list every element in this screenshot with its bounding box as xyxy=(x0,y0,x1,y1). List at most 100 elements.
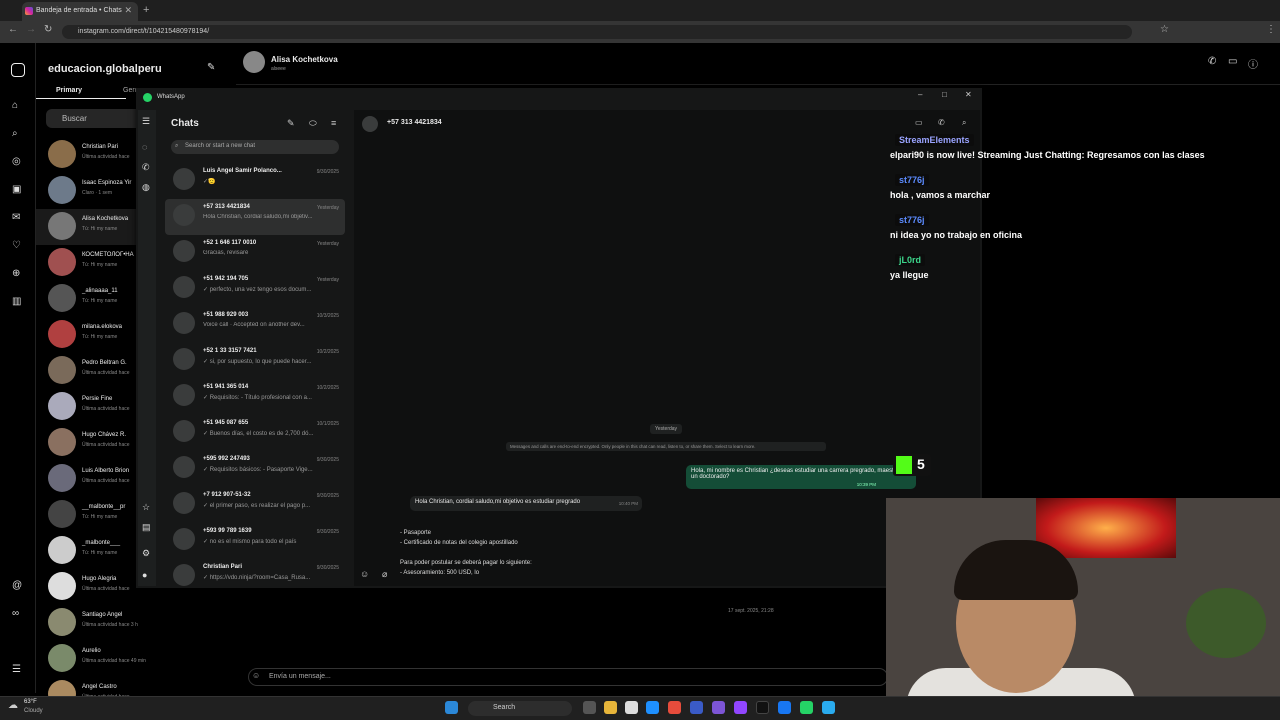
explore-icon[interactable]: ◎ xyxy=(12,156,21,167)
new-tab-button[interactable]: + xyxy=(143,4,149,16)
starred-icon[interactable]: ☆ xyxy=(142,502,150,513)
list-item[interactable]: Christian Pari 9/30/2025 ✓ https://vdo.nin… xyxy=(165,559,345,595)
start-icon[interactable] xyxy=(445,701,458,714)
app-l-icon[interactable] xyxy=(690,701,703,714)
new-chat-icon[interactable]: ✎ xyxy=(287,118,295,129)
reels-icon[interactable]: ▣ xyxy=(12,184,21,195)
avatar xyxy=(173,348,195,370)
home-icon[interactable]: ⌂ xyxy=(12,100,18,111)
status-icon[interactable]: ◍ xyxy=(142,182,150,193)
label-icon[interactable]: ⬭ xyxy=(309,118,317,129)
taskbar-search[interactable]: Search xyxy=(468,701,572,716)
voice-call-icon[interactable]: ✆ xyxy=(938,118,945,127)
list-item[interactable]: +51 945 087 655 10/1/2025 ✓ Buenos días, e… xyxy=(165,415,345,451)
search-icon[interactable]: ⌕ xyxy=(12,128,18,139)
forward-icon[interactable]: → xyxy=(26,24,36,35)
encryption-notice[interactable]: Messages and calls are end-to-end encryp… xyxy=(506,442,826,451)
browser-menu-icon[interactable]: ⋮ xyxy=(1266,24,1276,35)
meta-icon[interactable]: ∞ xyxy=(12,608,19,619)
new-message-icon[interactable]: ✎ xyxy=(207,62,215,73)
dashboard-icon[interactable]: ▥ xyxy=(12,296,21,307)
close-window-icon[interactable]: ✕ xyxy=(965,90,972,99)
facebook-icon[interactable] xyxy=(778,701,791,714)
emoji-icon[interactable]: ☺ xyxy=(360,569,369,579)
thread-name: Santiago Angel xyxy=(82,612,123,618)
archive-icon[interactable]: ▤ xyxy=(142,522,151,533)
weather-icon[interactable]: ☁ xyxy=(8,700,18,711)
tab-primary[interactable]: Primary xyxy=(56,87,82,94)
task-view-icon[interactable] xyxy=(583,701,596,714)
menu-icon[interactable]: ☰ xyxy=(142,116,150,127)
file-explorer-icon[interactable] xyxy=(604,701,617,714)
calls-icon[interactable]: ✆ xyxy=(142,162,150,173)
list-item[interactable]: Santiago Angel Última actividad hace 3 h xyxy=(36,605,226,641)
create-icon[interactable]: ⊕ xyxy=(12,268,20,279)
chat-time: 9/30/2025 xyxy=(316,529,339,535)
whatsapp-taskbar-icon[interactable] xyxy=(800,701,813,714)
avatar xyxy=(48,644,76,672)
list-item[interactable]: Aurelio Última actividad hace 49 min xyxy=(36,641,226,677)
list-item[interactable]: +593 99 789 1639 9/30/2025 ✓ no es el mism… xyxy=(165,523,345,559)
chat-preview: Hola Christian, cordial saludo,mi objeti… xyxy=(203,214,313,220)
list-item[interactable]: +51 942 194 705 Yesterday ✓ perfecto, una … xyxy=(165,271,345,307)
list-item[interactable]: +595 992 247493 9/30/2025 ✓ Requisitos bás… xyxy=(165,451,345,487)
emoji-icon[interactable]: ☺ xyxy=(252,671,260,680)
telegram-icon[interactable] xyxy=(822,701,835,714)
reload-icon[interactable]: ↻ xyxy=(44,24,52,35)
conversation-title[interactable]: +57 313 4421834 xyxy=(387,119,442,126)
chat-partner-name[interactable]: Alisa Kochetkova xyxy=(271,55,338,64)
avatar[interactable] xyxy=(362,116,378,132)
avatar xyxy=(48,176,76,204)
instagram-message-input[interactable]: Envía un mensaje... xyxy=(248,668,888,686)
thread-name: Isaac Espinoza Yir xyxy=(82,180,132,186)
list-item[interactable]: +57 313 4421834 Yesterday Hola Christian, … xyxy=(165,199,345,235)
search-icon[interactable]: ⌕ xyxy=(962,118,966,128)
chats-icon[interactable]: ◌ xyxy=(142,142,147,152)
heart-icon[interactable]: ♡ xyxy=(12,240,21,251)
threads-icon[interactable]: @ xyxy=(12,580,22,591)
chat-name: +595 992 247493 xyxy=(203,456,250,462)
thread-name: Aurelio xyxy=(82,648,101,654)
tiktok-icon[interactable] xyxy=(756,701,769,714)
weather-temp[interactable]: 63°F xyxy=(24,699,37,705)
instagram-search-input[interactable]: Buscar xyxy=(46,109,146,128)
messenger-icon[interactable]: ✉ xyxy=(12,212,20,223)
video-icon[interactable]: ▭ xyxy=(1228,56,1237,67)
search-icon: ⌕ xyxy=(175,143,179,149)
chat-preview: ✓ el primer paso, es realizar el pago p.… xyxy=(203,503,311,509)
list-item[interactable]: Luis Angel Samir Polanco... 9/30/2025 ✓🫡 xyxy=(165,163,345,199)
filter-icon[interactable]: ≡ xyxy=(331,118,336,128)
url-field[interactable]: instagram.com/direct/t/104215480978194/ xyxy=(62,25,1132,39)
account-switcher[interactable]: educacion.globalperu xyxy=(48,63,162,75)
list-item[interactable]: +52 1 33 3157 7421 10/2/2025 ✓ si, por sup… xyxy=(165,343,345,379)
maximize-icon[interactable]: □ xyxy=(942,90,947,99)
list-item[interactable]: +7 912 907-51-32 9/30/2025 ✓ el primer pas… xyxy=(165,487,345,523)
avatar[interactable] xyxy=(243,51,265,73)
browser-tab[interactable]: Bandeja de entrada • Chats ✕ xyxy=(22,2,138,21)
tab-general[interactable]: Gen xyxy=(123,87,136,94)
profile-icon[interactable]: ● xyxy=(142,570,147,580)
instagram-logo-icon[interactable] xyxy=(11,63,25,77)
whatsapp-search-input[interactable]: Search or start a new chat xyxy=(171,140,339,154)
chat-username: st776j xyxy=(895,214,929,226)
bookmark-star-icon[interactable]: ☆ xyxy=(1160,24,1169,35)
menu-icon[interactable]: ☰ xyxy=(12,664,21,675)
notepad-icon[interactable] xyxy=(625,701,638,714)
list-item[interactable]: +51 988 929 003 10/3/2025 Voice call · Acc… xyxy=(165,307,345,343)
twitch-icon[interactable] xyxy=(734,701,747,714)
list-item[interactable]: +52 1 646 117 0010 Yesterday Gracias, revi… xyxy=(165,235,345,271)
attach-icon[interactable]: ⌀ xyxy=(382,569,387,580)
opera-icon[interactable] xyxy=(712,701,725,714)
chrome-icon[interactable] xyxy=(668,701,681,714)
close-tab-icon[interactable]: ✕ xyxy=(124,5,132,16)
minimize-icon[interactable]: – xyxy=(918,90,922,99)
chat-message: hola , vamos a marchar xyxy=(890,190,991,200)
list-item[interactable]: +51 941 365 014 10/2/2025 ✓ Requisitos: - … xyxy=(165,379,345,415)
info-icon[interactable]: ⓘ xyxy=(1248,56,1258,71)
video-call-icon[interactable]: ▭ xyxy=(915,118,923,127)
back-icon[interactable]: ← xyxy=(8,24,18,35)
settings-icon[interactable]: ⚙ xyxy=(142,548,150,559)
phone-icon[interactable]: ✆ xyxy=(1208,56,1216,67)
browser-icon[interactable] xyxy=(646,701,659,714)
message-compose-box[interactable]: - Pasaporte - Certificado de notas del co… xyxy=(400,528,840,578)
